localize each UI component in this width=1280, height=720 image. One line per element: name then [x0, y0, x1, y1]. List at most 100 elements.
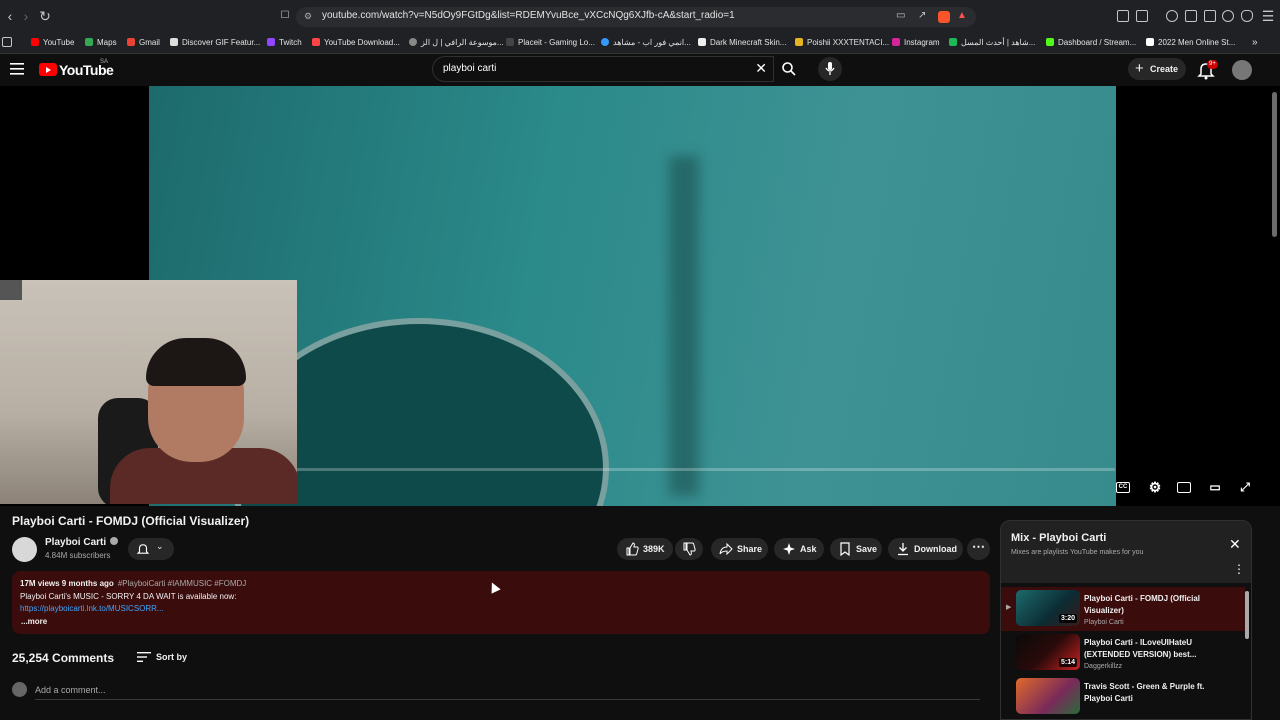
bookmark-placeit[interactable]: Placeit - Gaming Lo...	[506, 36, 595, 50]
channel-avatar[interactable]	[12, 537, 37, 562]
brave-rewards-icon[interactable]: ▲	[957, 10, 967, 21]
hashtags[interactable]: #PlayboiCarti #IAMMUSIC #FOMDJ	[118, 579, 246, 588]
download-button[interactable]: Download	[888, 538, 963, 560]
search-button[interactable]	[774, 56, 804, 82]
menu-icon[interactable]: ☰	[1260, 8, 1276, 24]
channel-name[interactable]: Playboi Carti	[45, 537, 119, 548]
clear-search-icon[interactable]: ✕	[755, 60, 767, 77]
account-avatar[interactable]	[1232, 60, 1252, 80]
chevron-down-icon: ⌄	[156, 541, 164, 551]
download-site-icon	[312, 38, 320, 46]
instagram-icon	[892, 38, 900, 46]
like-button[interactable]: 389K	[617, 538, 673, 560]
apps-grid-icon[interactable]	[2, 37, 12, 47]
sidebar-icon[interactable]	[1185, 10, 1197, 22]
bookmark-arabic-1[interactable]: موسوعة الرافي | ل الز...	[409, 36, 504, 50]
playlist-item[interactable]: ▶ 3:20 Playboi Carti - FOMDJ (Official V…	[1001, 587, 1245, 631]
youtube-header: YouTube SA playboi carti ✕ + Create 9+	[0, 54, 1280, 86]
leo-icon[interactable]	[1222, 10, 1234, 22]
more-actions-icon[interactable]: ⋯	[967, 538, 990, 560]
video-thumbnail[interactable]: 3:20	[1016, 590, 1080, 626]
playlist-menu-icon[interactable]: ⋮	[1233, 563, 1245, 575]
bookmarks-bar: YouTube Maps Gmail Discover GIF Featur..…	[0, 32, 1280, 54]
twitch-icon	[267, 38, 275, 46]
site-info-icon[interactable]: ⚙	[304, 11, 312, 22]
sort-by-button[interactable]: Sort by	[156, 652, 187, 662]
save-button[interactable]: Save	[830, 538, 882, 560]
captions-icon[interactable]: CC	[1116, 482, 1130, 493]
playlist-item-title: Playboi Carti - FOMDJ (Official Visualiz…	[1084, 594, 1201, 615]
share-page-icon[interactable]: ↗	[918, 10, 926, 21]
vpn-icon[interactable]	[1241, 10, 1253, 22]
globe-icon	[409, 38, 417, 46]
share-button[interactable]: Share	[711, 538, 768, 560]
media-icon[interactable]	[1166, 10, 1178, 22]
fullscreen-icon[interactable]: ⤢	[1237, 479, 1253, 495]
bookmark-maps[interactable]: Maps	[85, 36, 117, 50]
bookmark-page-icon[interactable]: ☐	[277, 8, 293, 24]
bookmark-kick[interactable]: Dashboard / Stream...	[1046, 36, 1136, 50]
forward-icon[interactable]: ›	[18, 8, 34, 24]
bookmark-men-online[interactable]: 2022 Men Online St...	[1146, 36, 1235, 50]
mix-playlist-panel: Mix - Playboi Carti Mixes are playlists …	[1000, 520, 1252, 720]
page-scrollbar[interactable]	[1272, 92, 1277, 237]
add-comment-input[interactable]: Add a comment...	[35, 685, 106, 695]
playlist-scrollbar[interactable]	[1245, 591, 1249, 639]
bookmark-anime[interactable]: انمي فور اب - مشاهد...	[601, 36, 691, 50]
playlist-item[interactable]: Travis Scott - Green & Purple ft. Playbo…	[1001, 675, 1245, 719]
bookmark-twitch[interactable]: Twitch	[267, 36, 302, 50]
bookmark-instagram[interactable]: Instagram	[892, 36, 940, 50]
address-bar[interactable]: ⚙ youtube.com/watch?v=N5dOy9FGtDg&list=R…	[296, 7, 976, 27]
subscribed-notifications-button[interactable]: ⌄	[128, 538, 174, 560]
description-link[interactable]: https://playboicarti.lnk.to/MUSICSORR...	[20, 603, 164, 615]
playlist-item[interactable]: 5:14 Playboi Carti - ILoveUIHateU (EXTEN…	[1001, 631, 1245, 675]
bookmark-gmail[interactable]: Gmail	[127, 36, 160, 50]
download-icon	[898, 543, 908, 556]
notification-count-badge: 9+	[1207, 60, 1218, 69]
webcam-overlay	[0, 280, 297, 504]
playlist-item-channel: Daggerkillzz	[1084, 663, 1123, 670]
wallet-icon[interactable]	[1204, 10, 1216, 22]
video-thumbnail[interactable]	[1016, 678, 1080, 714]
reload-icon[interactable]: ↻	[37, 8, 53, 24]
person-hair	[146, 338, 246, 386]
playlist-title[interactable]: Mix - Playboi Carti	[1011, 532, 1106, 544]
video-thumbnail[interactable]: 5:14	[1016, 634, 1080, 670]
duration-badge: 5:14	[1058, 658, 1077, 667]
shahid-icon	[949, 38, 957, 46]
extension-icon[interactable]	[1136, 10, 1148, 22]
bookmark-shahid[interactable]: شاهد | أحدث المسل...	[949, 36, 1035, 50]
extensions-icon[interactable]	[1117, 10, 1129, 22]
bell-icon	[136, 544, 150, 554]
view-stats: 17M views 9 months ago #PlayboiCarti #IAM…	[20, 579, 247, 588]
back-icon[interactable]: ‹	[2, 8, 18, 24]
voice-search-button[interactable]	[818, 57, 842, 81]
subscriber-count: 4.84M subscribers	[45, 551, 111, 560]
bookmark-gif[interactable]: Discover GIF Featur...	[170, 36, 260, 50]
description-box[interactable]: 17M views 9 months ago #PlayboiCarti #IAM…	[12, 571, 990, 634]
create-button[interactable]: + Create	[1128, 58, 1186, 80]
bookmark-minecraft[interactable]: Dark Minecraft Skin...	[698, 36, 786, 50]
bookmark-youtube[interactable]: YouTube	[31, 36, 74, 50]
cast-icon[interactable]: ▭	[1207, 479, 1223, 495]
description-text: Playboi Carti's MUSIC - SORRY 4 DA WAIT …	[20, 592, 237, 601]
settings-gear-icon[interactable]: ⚙	[1147, 479, 1163, 495]
install-app-icon[interactable]: ▭	[896, 10, 905, 21]
show-more-link[interactable]: ...more	[21, 616, 47, 628]
miniplayer-icon[interactable]	[1177, 482, 1191, 493]
bookmark-yt-download[interactable]: YouTube Download...	[312, 36, 400, 50]
search-input[interactable]: playboi carti ✕	[432, 56, 774, 82]
more-bookmarks-icon[interactable]: »	[1252, 36, 1258, 50]
thumbs-down-icon	[683, 542, 696, 556]
ask-button[interactable]: Ask	[774, 538, 824, 560]
dislike-button[interactable]	[675, 538, 703, 560]
video-progress-bar[interactable]	[297, 468, 1115, 471]
brave-shields-icon[interactable]	[938, 11, 950, 23]
close-playlist-icon[interactable]: ✕	[1229, 536, 1241, 553]
video-title: Playboi Carti - FOMDJ (Official Visualiz…	[12, 514, 250, 528]
bookmark-poishii[interactable]: Poishii XXXTENTACI...	[795, 36, 889, 50]
sparkle-icon	[783, 543, 795, 555]
hamburger-menu-icon[interactable]	[10, 63, 24, 75]
url-text: youtube.com/watch?v=N5dOy9FGtDg&list=RDE…	[322, 10, 735, 21]
sort-icon[interactable]	[137, 651, 151, 663]
